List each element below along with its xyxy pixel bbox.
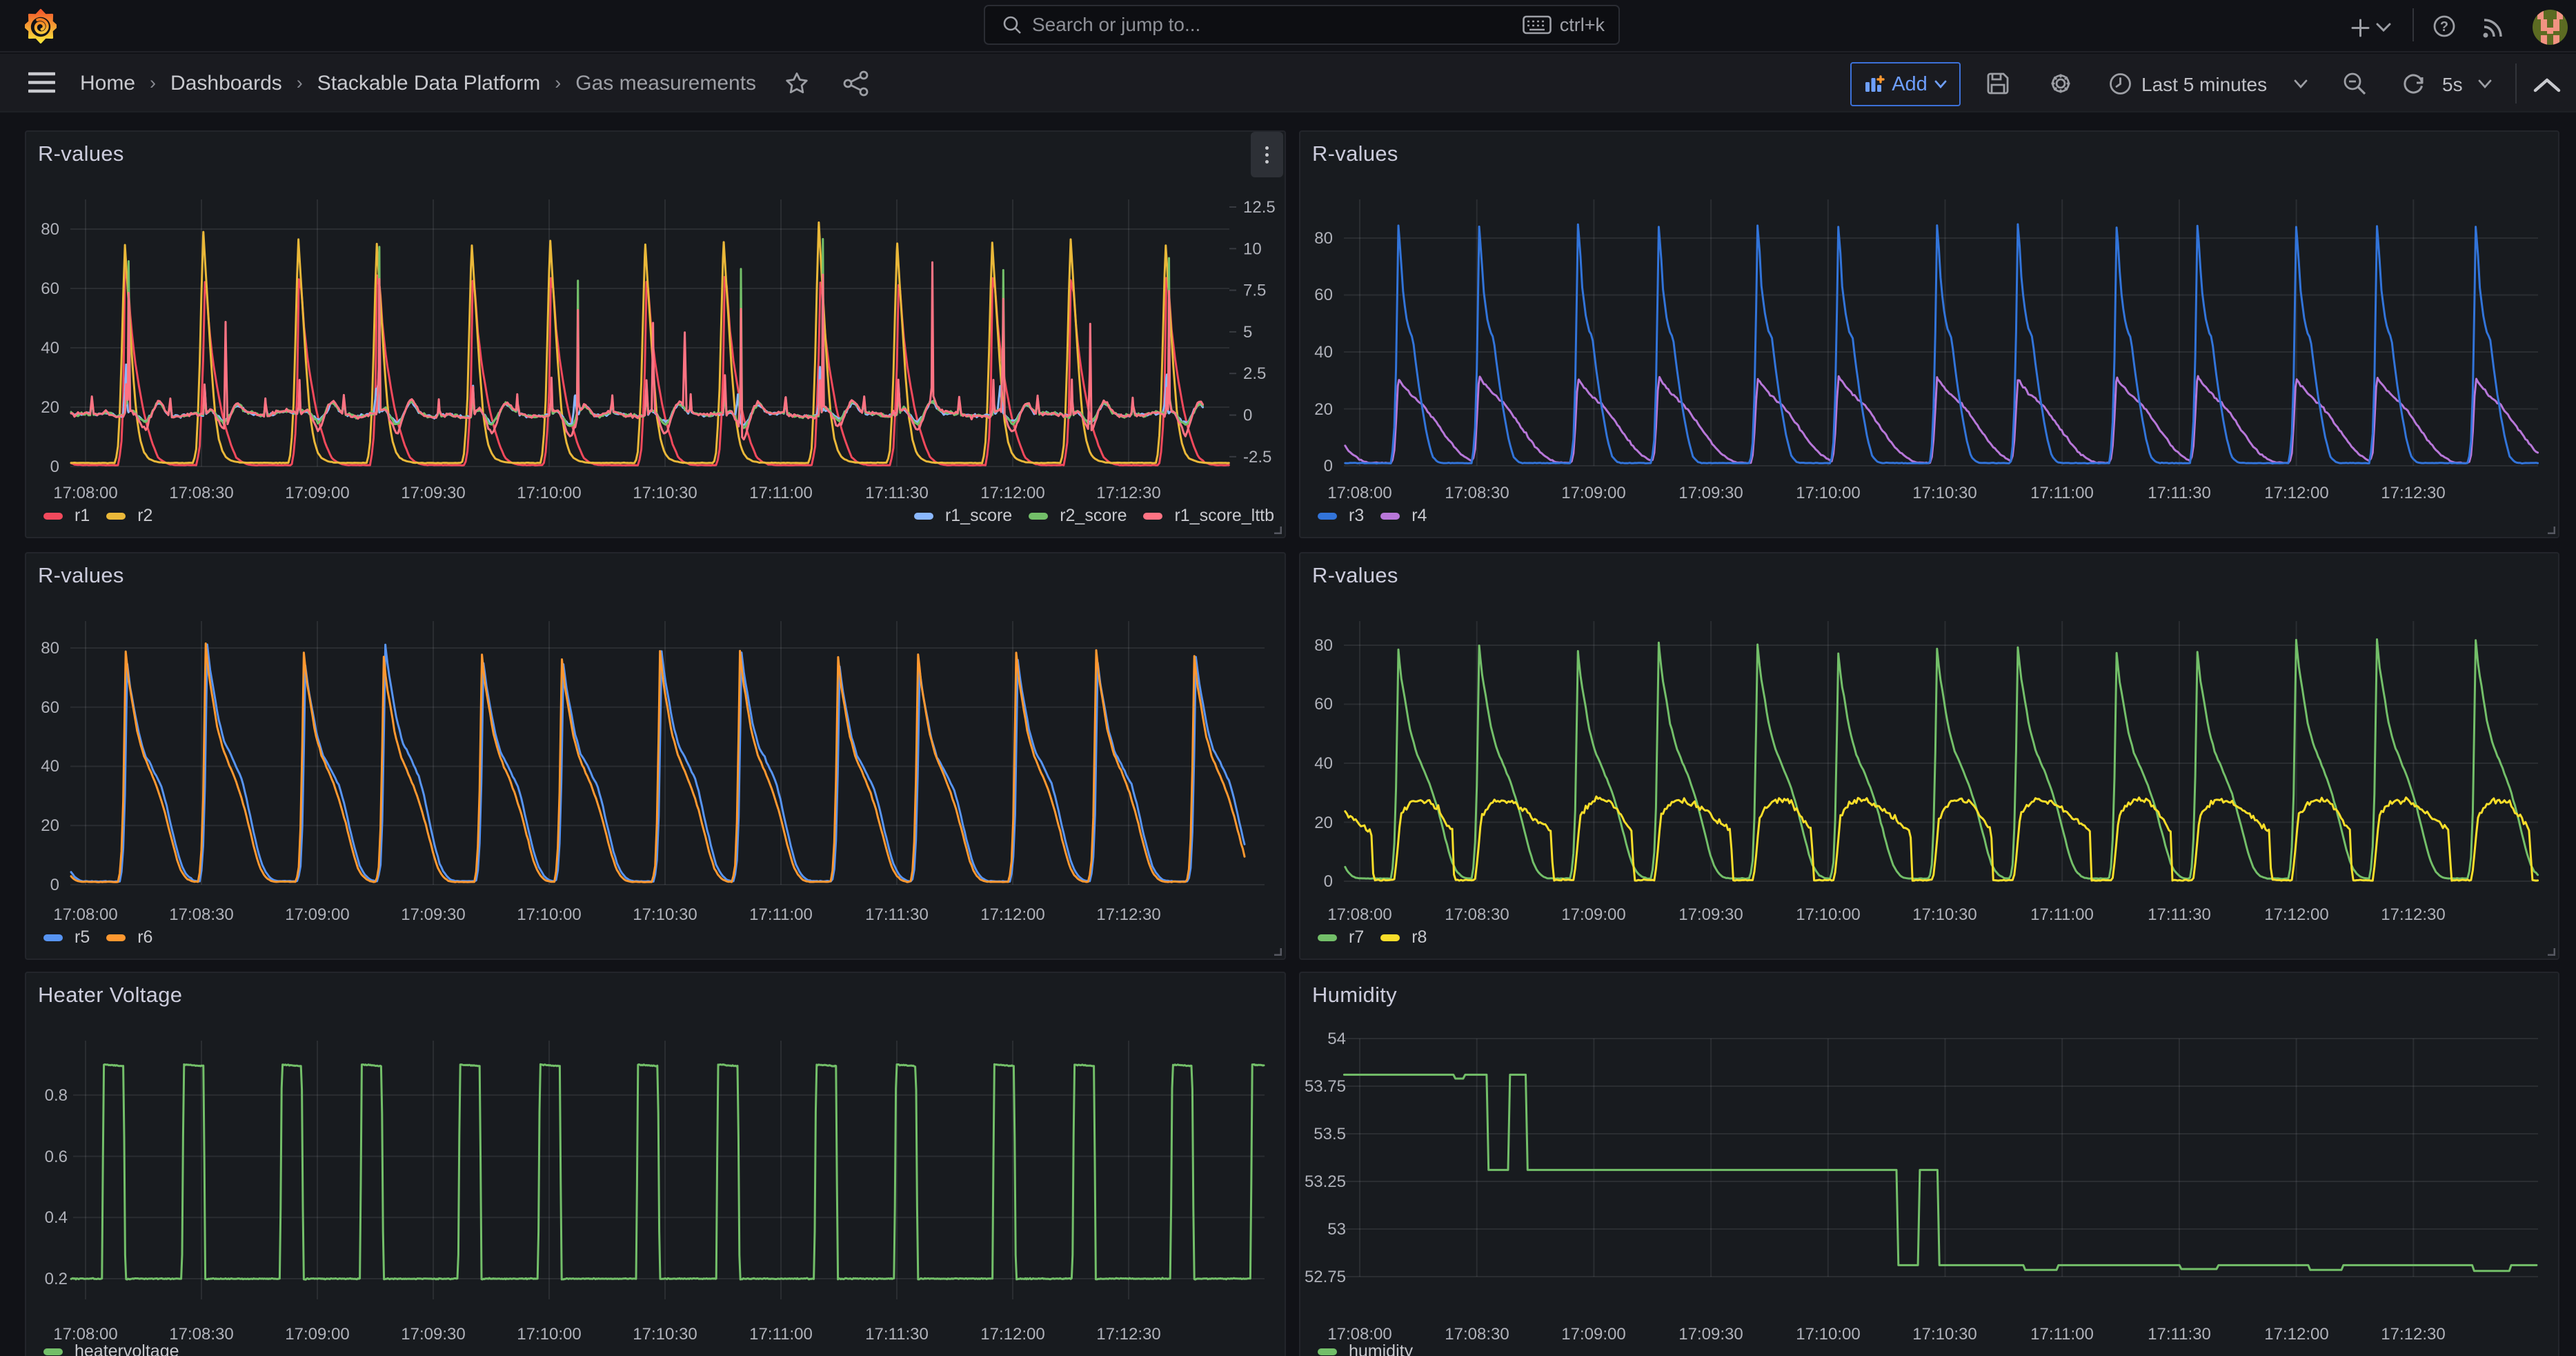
svg-text:17:09:30: 17:09:30 [401, 484, 465, 502]
svg-text:17:11:30: 17:11:30 [865, 484, 929, 502]
svg-text:17:11:30: 17:11:30 [865, 1325, 929, 1344]
svg-text:17:09:30: 17:09:30 [1678, 484, 1743, 502]
svg-text:0.2: 0.2 [45, 1270, 68, 1288]
svg-text:80: 80 [1314, 636, 1333, 655]
svg-text:17:09:00: 17:09:00 [1561, 905, 1625, 924]
svg-text:12.5: 12.5 [1243, 198, 1276, 217]
svg-text:17:10:30: 17:10:30 [633, 1325, 697, 1344]
svg-text:17:11:30: 17:11:30 [865, 905, 929, 924]
svg-text:17:11:30: 17:11:30 [2148, 484, 2211, 502]
svg-text:17:08:30: 17:08:30 [1445, 484, 1509, 502]
svg-text:17:12:30: 17:12:30 [2381, 484, 2445, 502]
svg-text:17:11:00: 17:11:00 [749, 484, 813, 502]
svg-text:17:12:00: 17:12:00 [2264, 484, 2328, 502]
svg-text:?: ? [2440, 19, 2448, 35]
svg-text:40: 40 [1314, 343, 1333, 362]
svg-text:60: 60 [1314, 286, 1333, 304]
svg-text:17:09:00: 17:09:00 [285, 1325, 349, 1344]
svg-text:17:12:30: 17:12:30 [1096, 484, 1160, 502]
svg-text:17:12:00: 17:12:00 [980, 1325, 1044, 1344]
svg-text:54: 54 [1327, 1030, 1346, 1048]
svg-text:10: 10 [1243, 239, 1262, 258]
svg-text:20: 20 [1314, 400, 1333, 419]
svg-text:17:12:00: 17:12:00 [980, 484, 1044, 502]
svg-text:17:10:00: 17:10:00 [1796, 905, 1860, 924]
svg-text:17:08:30: 17:08:30 [1445, 905, 1509, 924]
svg-text:17:10:00: 17:10:00 [517, 905, 581, 924]
svg-text:17:11:00: 17:11:00 [2030, 484, 2094, 502]
svg-text:17:11:00: 17:11:00 [749, 1325, 813, 1344]
svg-text:17:09:30: 17:09:30 [1678, 1325, 1743, 1344]
svg-text:53: 53 [1327, 1220, 1346, 1239]
svg-text:17:10:30: 17:10:30 [1912, 484, 1976, 502]
svg-text:0: 0 [50, 458, 59, 476]
svg-text:0: 0 [1324, 872, 1333, 891]
svg-text:17:10:30: 17:10:30 [633, 905, 697, 924]
svg-text:17:12:30: 17:12:30 [2381, 1325, 2445, 1344]
svg-text:17:08:00: 17:08:00 [53, 1325, 117, 1344]
svg-text:20: 20 [1314, 814, 1333, 832]
svg-text:80: 80 [1314, 229, 1333, 248]
svg-text:17:10:00: 17:10:00 [517, 484, 581, 502]
svg-text:60: 60 [1314, 695, 1333, 714]
svg-text:20: 20 [41, 816, 59, 835]
svg-text:0: 0 [50, 876, 59, 894]
svg-text:17:09:00: 17:09:00 [285, 484, 349, 502]
svg-text:17:11:00: 17:11:00 [2030, 905, 2094, 924]
svg-text:5: 5 [1243, 323, 1252, 342]
svg-text:17:11:30: 17:11:30 [2148, 1325, 2211, 1344]
svg-text:80: 80 [41, 220, 59, 239]
svg-text:17:12:00: 17:12:00 [980, 905, 1044, 924]
svg-text:0.8: 0.8 [45, 1086, 68, 1105]
svg-text:60: 60 [41, 698, 59, 717]
svg-text:53.75: 53.75 [1305, 1077, 1346, 1096]
svg-text:-2.5: -2.5 [1243, 448, 1271, 466]
svg-text:17:09:30: 17:09:30 [401, 1325, 465, 1344]
svg-text:17:08:00: 17:08:00 [1327, 484, 1391, 502]
svg-text:53.25: 53.25 [1305, 1172, 1346, 1191]
svg-text:17:08:30: 17:08:30 [169, 1325, 233, 1344]
svg-text:17:09:30: 17:09:30 [1678, 905, 1743, 924]
svg-text:17:09:00: 17:09:00 [285, 905, 349, 924]
svg-text:17:12:30: 17:12:30 [1096, 905, 1160, 924]
svg-text:40: 40 [41, 339, 59, 357]
svg-text:17:09:00: 17:09:00 [1561, 1325, 1625, 1344]
svg-text:17:10:00: 17:10:00 [1796, 484, 1860, 502]
svg-text:40: 40 [41, 757, 59, 776]
svg-text:17:10:00: 17:10:00 [1796, 1325, 1860, 1344]
svg-text:7.5: 7.5 [1243, 282, 1266, 300]
svg-text:17:10:30: 17:10:30 [1912, 905, 1976, 924]
svg-text:2.5: 2.5 [1243, 364, 1266, 383]
svg-text:52.75: 52.75 [1305, 1268, 1346, 1286]
svg-text:17:10:30: 17:10:30 [633, 484, 697, 502]
svg-text:17:09:30: 17:09:30 [401, 905, 465, 924]
svg-text:17:12:00: 17:12:00 [2264, 1325, 2328, 1344]
svg-text:17:08:00: 17:08:00 [53, 484, 117, 502]
svg-text:17:10:00: 17:10:00 [517, 1325, 581, 1344]
svg-text:60: 60 [41, 279, 59, 298]
svg-text:17:08:30: 17:08:30 [169, 484, 233, 502]
svg-text:17:08:30: 17:08:30 [1445, 1325, 1509, 1344]
svg-text:0.6: 0.6 [45, 1148, 68, 1166]
svg-text:17:08:00: 17:08:00 [53, 905, 117, 924]
svg-text:53.5: 53.5 [1314, 1125, 1346, 1143]
svg-text:17:11:00: 17:11:00 [2030, 1325, 2094, 1344]
svg-text:17:08:30: 17:08:30 [169, 905, 233, 924]
svg-text:17:10:30: 17:10:30 [1912, 1325, 1976, 1344]
svg-text:17:09:00: 17:09:00 [1561, 484, 1625, 502]
svg-text:17:11:30: 17:11:30 [2148, 905, 2211, 924]
svg-text:17:08:00: 17:08:00 [1327, 905, 1391, 924]
svg-text:0: 0 [1324, 457, 1333, 475]
svg-text:17:11:00: 17:11:00 [749, 905, 813, 924]
svg-text:17:12:30: 17:12:30 [1096, 1325, 1160, 1344]
svg-text:17:12:00: 17:12:00 [2264, 905, 2328, 924]
svg-text:17:12:30: 17:12:30 [2381, 905, 2445, 924]
svg-text:20: 20 [41, 398, 59, 417]
svg-text:0.4: 0.4 [45, 1208, 68, 1227]
svg-text:40: 40 [1314, 754, 1333, 773]
svg-text:0: 0 [1243, 406, 1252, 425]
svg-text:80: 80 [41, 639, 59, 658]
svg-text:17:08:00: 17:08:00 [1327, 1325, 1391, 1344]
